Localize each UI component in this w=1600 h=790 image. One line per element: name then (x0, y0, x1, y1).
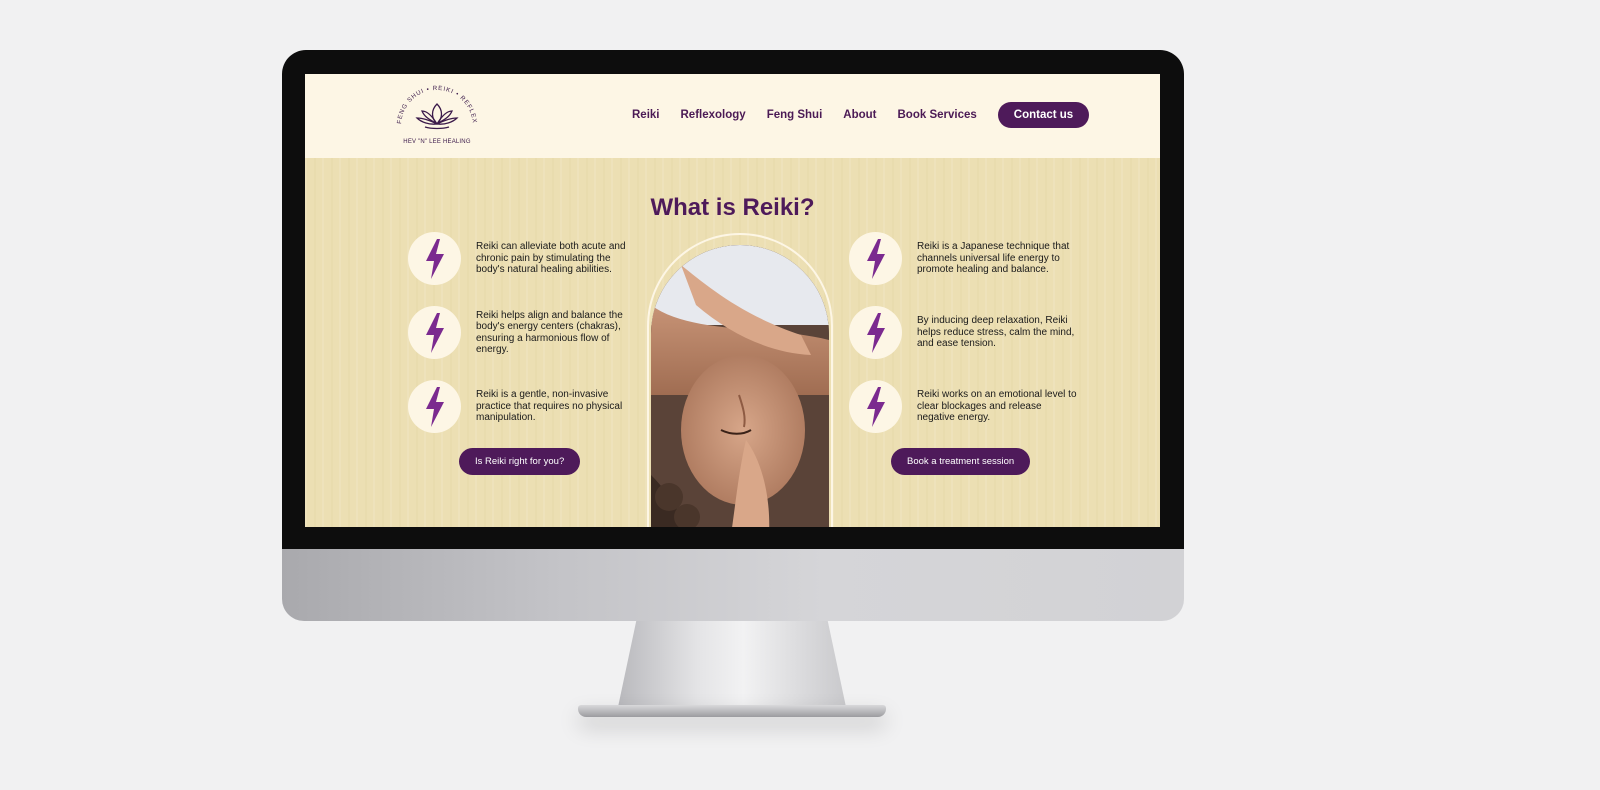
feature-item: Reiki can alleviate both acute and chron… (408, 232, 641, 285)
monitor-chin (282, 549, 1184, 621)
feature-text: Reiki is a Japanese technique that chann… (917, 241, 1070, 276)
feature-text: Reiki works on an emotional level to cle… (917, 389, 1077, 424)
contact-us-button[interactable]: Contact us (997, 102, 1090, 128)
logo-arc-text: FENG SHUI • REIKI • REFLEXOLOGY (390, 74, 477, 124)
nav-reiki[interactable]: Reiki (632, 109, 660, 121)
nav-book-services[interactable]: Book Services (898, 109, 977, 121)
feature-text: Reiki helps align and balance the body's… (476, 309, 623, 356)
feature-item: Reiki helps align and balance the body's… (408, 306, 641, 359)
lightning-bolt-icon (849, 232, 902, 285)
site-logo[interactable]: FENG SHUI • REIKI • REFLEXOLOGY HEV "N" … (390, 74, 481, 154)
lightning-bolt-icon (849, 306, 902, 359)
section-title: What is Reiki? (650, 194, 815, 221)
feature-text: By inducing deep relaxation, Reiki helps… (917, 315, 1075, 350)
nav-reflexology[interactable]: Reflexology (681, 109, 746, 121)
main-nav: Reiki Reflexology Feng Shui About Book S… (632, 100, 1090, 130)
lightning-bolt-icon (849, 380, 902, 433)
feature-text: Reiki can alleviate both acute and chron… (476, 241, 626, 276)
feature-item: Reiki is a Japanese technique that chann… (849, 232, 1082, 285)
nav-feng-shui[interactable]: Feng Shui (767, 109, 823, 121)
lotus-icon: FENG SHUI • REIKI • REFLEXOLOGY (390, 74, 478, 130)
logo-caption: HEV "N" LEE HEALING (403, 139, 471, 145)
svg-text:FENG SHUI • REIKI • REFLEXOLOG: FENG SHUI • REIKI • REFLEXOLOGY (393, 78, 478, 124)
feature-text: Reiki is a gentle, non-invasive practice… (476, 389, 623, 424)
feature-item: Reiki works on an emotional level to cle… (849, 380, 1082, 433)
website-screen: FENG SHUI • REIKI • REFLEXOLOGY HEV "N" … (305, 74, 1160, 527)
reiki-treatment-photo (651, 245, 829, 527)
is-reiki-right-button[interactable]: Is Reiki right for you? (459, 448, 581, 475)
monitor-stand-base (578, 705, 886, 717)
reiki-section: What is Reiki? Reiki can alleviate both … (305, 158, 1160, 527)
feature-item: Reiki is a gentle, non-invasive practice… (408, 380, 641, 433)
feature-item: By inducing deep relaxation, Reiki helps… (849, 306, 1082, 359)
site-header: FENG SHUI • REIKI • REFLEXOLOGY HEV "N" … (305, 74, 1160, 158)
lightning-bolt-icon (408, 306, 461, 359)
book-treatment-button[interactable]: Book a treatment session (891, 448, 1031, 475)
monitor-stand (618, 621, 846, 707)
nav-about[interactable]: About (843, 109, 876, 121)
lightning-bolt-icon (408, 380, 461, 433)
lightning-bolt-icon (408, 232, 461, 285)
